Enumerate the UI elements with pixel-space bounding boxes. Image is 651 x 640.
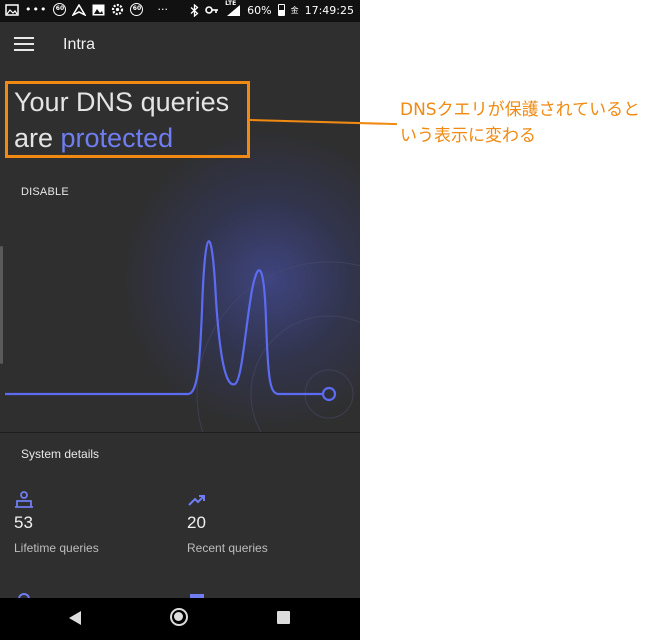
hamburger-menu-icon[interactable] — [14, 37, 34, 53]
airplane-mode-icon — [72, 3, 87, 16]
home-icon[interactable] — [170, 608, 188, 626]
activity-line — [5, 240, 324, 396]
app-title: Intra — [63, 36, 96, 53]
battery-percent: 60% — [247, 3, 272, 17]
recent-apps-icon[interactable] — [277, 611, 290, 624]
network-badge: LTE — [225, 0, 237, 7]
battery-icon — [277, 4, 285, 16]
navigation-bar — [0, 598, 360, 640]
status-bar: ••• 60 60 ··· LTE 60% 金 17:49:25 — [0, 0, 360, 22]
dots-icon: ••• — [25, 3, 48, 16]
lifetime-queries-icon — [15, 491, 33, 508]
system-details-section: System details 53 Lifetime queries 20 Re… — [0, 433, 360, 599]
trending-up-icon — [188, 495, 205, 506]
image-icon — [92, 4, 105, 15]
disable-button[interactable]: DISABLE — [21, 186, 69, 198]
overflow-icon: ··· — [157, 3, 168, 16]
lifetime-queries-label: Lifetime queries — [14, 541, 99, 555]
status-right-icons: LTE 60% 金 17:49:25 — [190, 0, 354, 17]
gallery-icon — [5, 3, 19, 16]
lifetime-queries-value: 53 — [14, 513, 33, 532]
signal-icon: LTE — [225, 0, 241, 17]
badge-60-icon: 60 — [53, 3, 67, 16]
headline-highlight-box — [5, 81, 250, 158]
clock: 17:49:25 — [304, 3, 354, 17]
recent-queries-label: Recent queries — [187, 541, 268, 555]
system-details-title: System details — [21, 447, 100, 461]
key-icon — [205, 6, 219, 14]
activity-endpoint — [321, 386, 337, 402]
recent-queries-value: 20 — [187, 513, 206, 532]
annotation-text: DNSクエリが保護されているという表示に変わる — [400, 100, 641, 146]
status-left-icons: ••• 60 60 ··· — [5, 3, 168, 16]
bluetooth-icon — [190, 3, 199, 17]
settings-icon — [112, 3, 124, 16]
app-bar: Intra — [0, 22, 360, 70]
back-icon[interactable] — [68, 610, 82, 626]
scrollbar[interactable] — [0, 246, 3, 364]
calendar-icon: 金 — [290, 5, 299, 15]
badge-60-icon: 60 — [130, 3, 144, 16]
